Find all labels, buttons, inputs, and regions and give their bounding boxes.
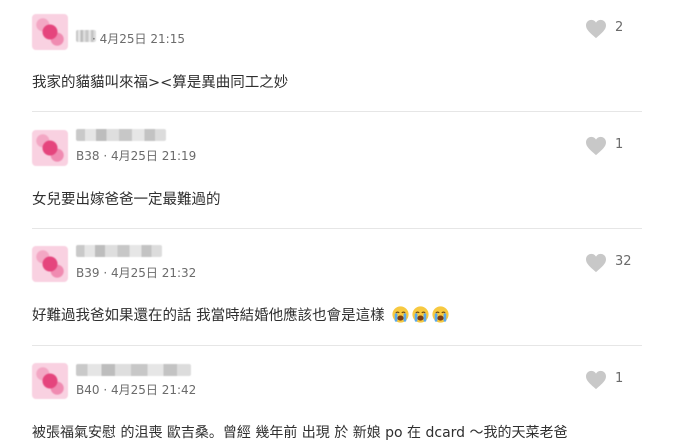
comment-meta: · 4月25日 21:15: [92, 30, 185, 47]
comment-date: 4月25日 21:15: [99, 32, 185, 46]
author-name-blurred: [76, 245, 162, 257]
comment-content: 好難過我爸如果還在的話 我當時結婚他應該也會是這樣: [32, 304, 449, 325]
crying-face-icon: [392, 306, 409, 323]
avatar[interactable]: [32, 246, 68, 282]
like-button[interactable]: 2: [585, 17, 645, 41]
crying-face-icon: [432, 306, 449, 323]
floor-label: B40: [76, 383, 100, 397]
comment-meta: B38 · 4月25日 21:19: [76, 147, 196, 164]
like-button[interactable]: 32: [585, 251, 645, 275]
crying-face-icon: [412, 306, 429, 323]
like-button[interactable]: 1: [585, 134, 645, 158]
comment-content: 被張福氣安慰 的沮喪 歐吉桑。曾經 幾年前 出現 於 新娘 po 在 dcard…: [32, 425, 568, 441]
comment-content: 女兒要出嫁爸爸一定最難過的: [32, 192, 221, 208]
heart-icon: [586, 253, 606, 273]
meta-separator: ·: [92, 32, 96, 46]
comment-date: 4月25日 21:19: [111, 149, 197, 163]
avatar[interactable]: [32, 14, 68, 50]
like-count: 1: [615, 371, 624, 386]
like-count: 32: [615, 254, 632, 269]
heart-icon: [586, 370, 606, 390]
meta-separator: ·: [103, 149, 108, 163]
floor-label: B38: [76, 149, 100, 163]
like-count: 1: [615, 137, 624, 152]
comment-meta: B40 · 4月25日 21:42: [76, 381, 196, 398]
avatar[interactable]: [32, 363, 68, 399]
comment-meta: B39 · 4月25日 21:32: [76, 264, 196, 281]
heart-icon: [586, 19, 606, 39]
like-button[interactable]: 1: [585, 368, 645, 392]
author-name-blurred: [76, 129, 166, 141]
comment-content: 我家的貓貓叫來福><算是異曲同工之妙: [32, 75, 289, 91]
meta-separator: ·: [103, 383, 108, 397]
floor-label: B39: [76, 266, 100, 280]
divider: [32, 228, 642, 229]
heart-icon: [586, 136, 606, 156]
avatar[interactable]: [32, 130, 68, 166]
comment-text: 好難過我爸如果還在的話 我當時結婚他應該也會是這樣: [32, 308, 385, 324]
comment-date: 4月25日 21:32: [111, 266, 197, 280]
like-count: 2: [615, 20, 624, 35]
divider: [32, 345, 642, 346]
comment-date: 4月25日 21:42: [111, 383, 197, 397]
divider: [32, 111, 642, 112]
author-name-blurred: [76, 364, 191, 376]
meta-separator: ·: [103, 266, 108, 280]
